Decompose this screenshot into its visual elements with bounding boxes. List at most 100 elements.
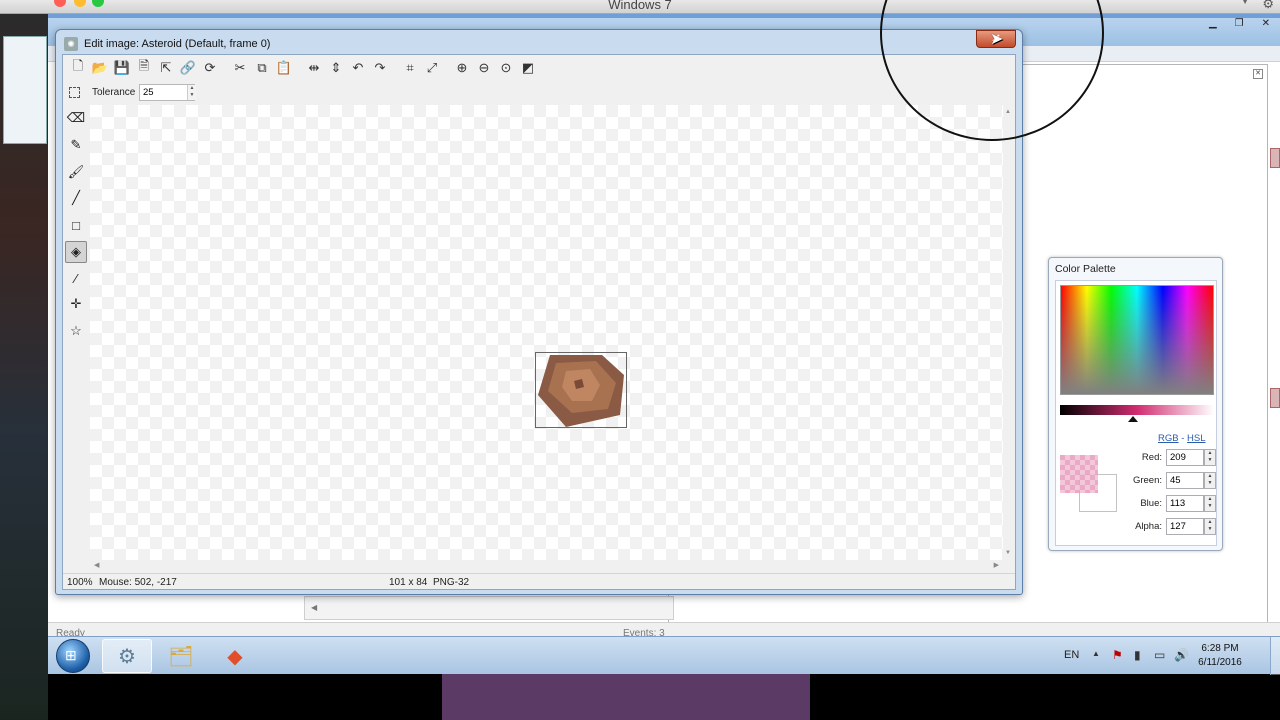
scroll-down-icon[interactable]: ▼	[1005, 550, 1011, 556]
copy-icon[interactable]: ⧉	[251, 57, 273, 79]
hsl-link[interactable]: HSL	[1187, 433, 1205, 444]
export-icon[interactable]: ⇱	[155, 57, 177, 79]
color-picker-tool-icon[interactable]: ⁄	[65, 267, 87, 289]
fill-bucket-tool-icon[interactable]: ◈	[65, 241, 87, 263]
red-field[interactable]	[1166, 449, 1204, 466]
lightness-marker-icon[interactable]	[1128, 416, 1138, 422]
red-row: Red: ▲▼	[1096, 449, 1216, 467]
green-field[interactable]	[1166, 472, 1204, 489]
show-hidden-icons-icon[interactable]: ▲	[1092, 649, 1100, 658]
editor-client: 🗋📂💾🗎⇱🔗⟳ ✂⧉📋 ⇹⇕↶↷ ⌗⤢ ⊕⊖⊙◩ Tolerance ▲▼ ⌫ ✎ 🖌 ╱ □ ◈…	[62, 54, 1016, 590]
editor-statusbar: 100% Mouse: 502, -217 101 x 84 PNG-32	[63, 573, 1015, 590]
system-tray: EN ▲ ⚑ ▮ ▭ 🔊 6:28 PM 6/11/2016	[1040, 637, 1280, 675]
color-mode-links: RGB - HSL	[1158, 433, 1206, 444]
lightness-slider[interactable]	[1060, 405, 1214, 415]
zoom-in-icon[interactable]: ⊕	[451, 57, 473, 79]
primary-color-swatch[interactable]	[1060, 455, 1098, 493]
network-icon[interactable]: ▭	[1154, 648, 1165, 662]
ide-splitter[interactable]: ◀	[304, 596, 674, 620]
horizontal-scrollbar[interactable]: ◀ ▶	[90, 560, 1003, 572]
tool-options-bar: Tolerance ▲▼	[63, 82, 1015, 104]
green-row: Green: ▲▼	[1096, 472, 1216, 490]
hue-saturation-picker[interactable]	[1060, 285, 1214, 395]
brush-tool-icon[interactable]: 🖌	[65, 161, 87, 183]
scroll-left-icon[interactable]: ◀	[311, 603, 317, 612]
resize-icon[interactable]: ⤢	[421, 57, 443, 79]
maximize-icon[interactable]: ❐	[1235, 18, 1244, 29]
ide-edge-tab[interactable]	[1270, 388, 1280, 408]
alpha-row: Alpha: ▲▼	[1096, 518, 1216, 536]
battery-icon[interactable]: ▮	[1134, 648, 1141, 662]
new-icon[interactable]: 🗋	[67, 57, 89, 79]
panel-close-icon[interactable]: ✕	[1253, 69, 1263, 79]
palette-title: Color Palette	[1055, 263, 1116, 275]
cut-icon[interactable]: ✂	[229, 57, 251, 79]
selection-icon	[69, 87, 80, 98]
edit-image-window: ✺ Edit image: Asteroid (Default, frame 0…	[55, 29, 1023, 595]
select-tool-icon[interactable]: ✛	[65, 293, 87, 315]
red-stepper[interactable]: ▲ ▼	[1204, 449, 1216, 466]
line-tool-icon[interactable]: ╱	[65, 187, 87, 209]
rotate-right-icon[interactable]: ↷	[369, 57, 391, 79]
vertical-scrollbar[interactable]: ▲ ▼	[1003, 105, 1015, 560]
language-indicator[interactable]: EN	[1064, 649, 1079, 661]
file-explorer-icon[interactable]: 🗂	[156, 639, 206, 673]
save-icon[interactable]: 💾	[111, 57, 133, 79]
red-label: Red:	[1141, 452, 1162, 463]
window-thumbnail[interactable]	[3, 36, 47, 144]
git-icon[interactable]: ◆	[210, 639, 260, 673]
scroll-left-icon[interactable]: ◀	[94, 561, 99, 569]
magic-wand-tool-icon[interactable]: ☆	[65, 320, 87, 342]
ide-edge-tab[interactable]	[1270, 148, 1280, 168]
flip-horizontal-icon[interactable]: ⇹	[303, 57, 325, 79]
zoom-reset-icon[interactable]: ⊙	[495, 57, 517, 79]
host-sidebar-strip	[0, 14, 48, 720]
tolerance-stepper[interactable]: ▲ ▼	[187, 85, 196, 100]
blue-label: Blue:	[1140, 498, 1162, 509]
rectangle-tool-icon[interactable]: □	[65, 214, 87, 236]
paste-icon[interactable]: 📋	[273, 57, 295, 79]
tolerance-label: Tolerance	[92, 87, 136, 98]
blue-field[interactable]	[1166, 495, 1204, 512]
chevron-down-icon[interactable]: ▼	[1240, 0, 1250, 7]
start-button[interactable]: ⊞	[56, 639, 90, 673]
image-size: 101 x 84	[389, 577, 428, 588]
crop-icon[interactable]: ⌗	[399, 57, 421, 79]
zoom-level: 100%	[67, 577, 93, 588]
effects-icon[interactable]: ◩	[517, 57, 539, 79]
alpha-field[interactable]	[1166, 518, 1204, 535]
gear-icon[interactable]: ⚙	[1262, 0, 1274, 12]
flip-vertical-icon[interactable]: ⇕	[325, 57, 347, 79]
editor-titlebar: ✺ Edit image: Asteroid (Default, frame 0…	[64, 35, 964, 53]
color-palette-window: Color Palette RGB - HSL Red: ▲▼ Green: ▲…	[1048, 257, 1223, 551]
action-center-icon[interactable]: ⚑	[1112, 648, 1123, 662]
editor-title: Edit image: Asteroid (Default, frame 0)	[84, 38, 271, 50]
game-maker-icon[interactable]: ⚙	[102, 639, 152, 673]
green-stepper[interactable]: ▲ ▼	[1204, 472, 1216, 489]
editor-toolbar: 🗋 📂 💾 🗎 ⇱ 🔗 ⟳ ✂ ⧉ 📋 ⇹ ⇕ ↶ ↷ ⌗ ⤢ ⊕ ⊖ ⊙ ◩	[63, 55, 1015, 81]
blue-stepper[interactable]: ▲ ▼	[1204, 495, 1216, 512]
open-icon[interactable]: 📂	[89, 57, 111, 79]
show-desktop-button[interactable]	[1270, 637, 1280, 675]
rotate-left-icon[interactable]: ↶	[347, 57, 369, 79]
close-icon[interactable]: ✕	[1262, 18, 1270, 29]
alpha-stepper[interactable]: ▲ ▼	[1204, 518, 1216, 535]
minimize-icon[interactable]: ▁	[1209, 18, 1217, 29]
save-as-icon[interactable]: 🗎	[133, 57, 155, 79]
windows-logo-icon: ⊞	[65, 647, 77, 663]
eraser-tool-icon[interactable]: ⌫	[65, 107, 87, 129]
refresh-icon[interactable]: ⟳	[199, 57, 221, 79]
volume-icon[interactable]: 🔊	[1174, 648, 1189, 662]
pencil-tool-icon[interactable]: ✎	[65, 134, 87, 156]
alpha-label: Alpha:	[1135, 521, 1162, 532]
sprite-bounds	[535, 352, 627, 428]
taskbar: ⊞ ⚙ 🗂 ◆ EN ▲ ⚑ ▮ ▭ 🔊 6:28 PM 6/11/2016	[48, 636, 1280, 675]
mouse-cursor-icon: ➤	[990, 31, 1004, 48]
ide-caption-buttons: ▁ ❐ ✕	[1209, 18, 1270, 29]
zoom-out-icon[interactable]: ⊖	[473, 57, 495, 79]
clock[interactable]: 6:28 PM 6/11/2016	[1190, 642, 1250, 670]
scroll-right-icon[interactable]: ▶	[994, 561, 999, 569]
rgb-link[interactable]: RGB	[1158, 433, 1179, 444]
image-canvas[interactable]	[90, 105, 1003, 560]
link-icon[interactable]: 🔗	[177, 57, 199, 79]
